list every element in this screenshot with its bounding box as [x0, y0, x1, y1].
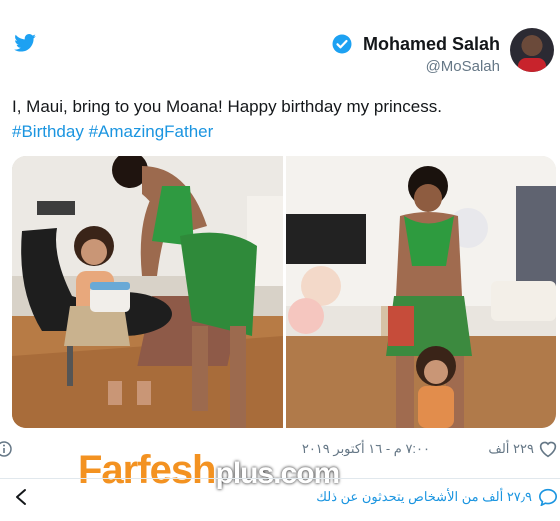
watermark-farfesh: Farfesh — [78, 448, 216, 492]
hashtag-amazingfather[interactable]: #AmazingFather — [89, 122, 214, 141]
comment-bubble-icon[interactable] — [538, 488, 558, 506]
watermark-plus: plus.com — [215, 457, 341, 490]
twitter-bird-icon[interactable] — [14, 34, 36, 52]
people-talking-link[interactable]: ٢٧٫٩ ألف من الأشخاص يتحدثون عن ذلك — [316, 489, 532, 505]
watermark: Farfeshplus.com — [78, 448, 341, 493]
media-grid — [12, 156, 556, 428]
chevron-left-icon[interactable] — [14, 488, 28, 506]
author-handle[interactable]: @MoSalah — [426, 58, 500, 75]
divider — [0, 478, 560, 479]
hashtag-birthday[interactable]: #Birthday — [12, 122, 84, 141]
likes-count[interactable]: ٢٢٩ ألف — [488, 441, 534, 457]
photo-left[interactable] — [12, 156, 283, 428]
photo-right[interactable] — [286, 156, 556, 428]
like-heart-icon[interactable] — [538, 440, 558, 458]
tweet-card: Mohamed Salah @MoSalah I, Maui, bring to… — [0, 0, 560, 521]
info-icon[interactable] — [0, 441, 12, 457]
verified-badge-icon — [332, 34, 352, 54]
avatar[interactable] — [510, 28, 554, 72]
tweet-text: I, Maui, bring to you Moana! Happy birth… — [12, 94, 542, 144]
author-name[interactable]: Mohamed Salah — [363, 34, 500, 55]
tweet-body: I, Maui, bring to you Moana! Happy birth… — [12, 97, 442, 116]
